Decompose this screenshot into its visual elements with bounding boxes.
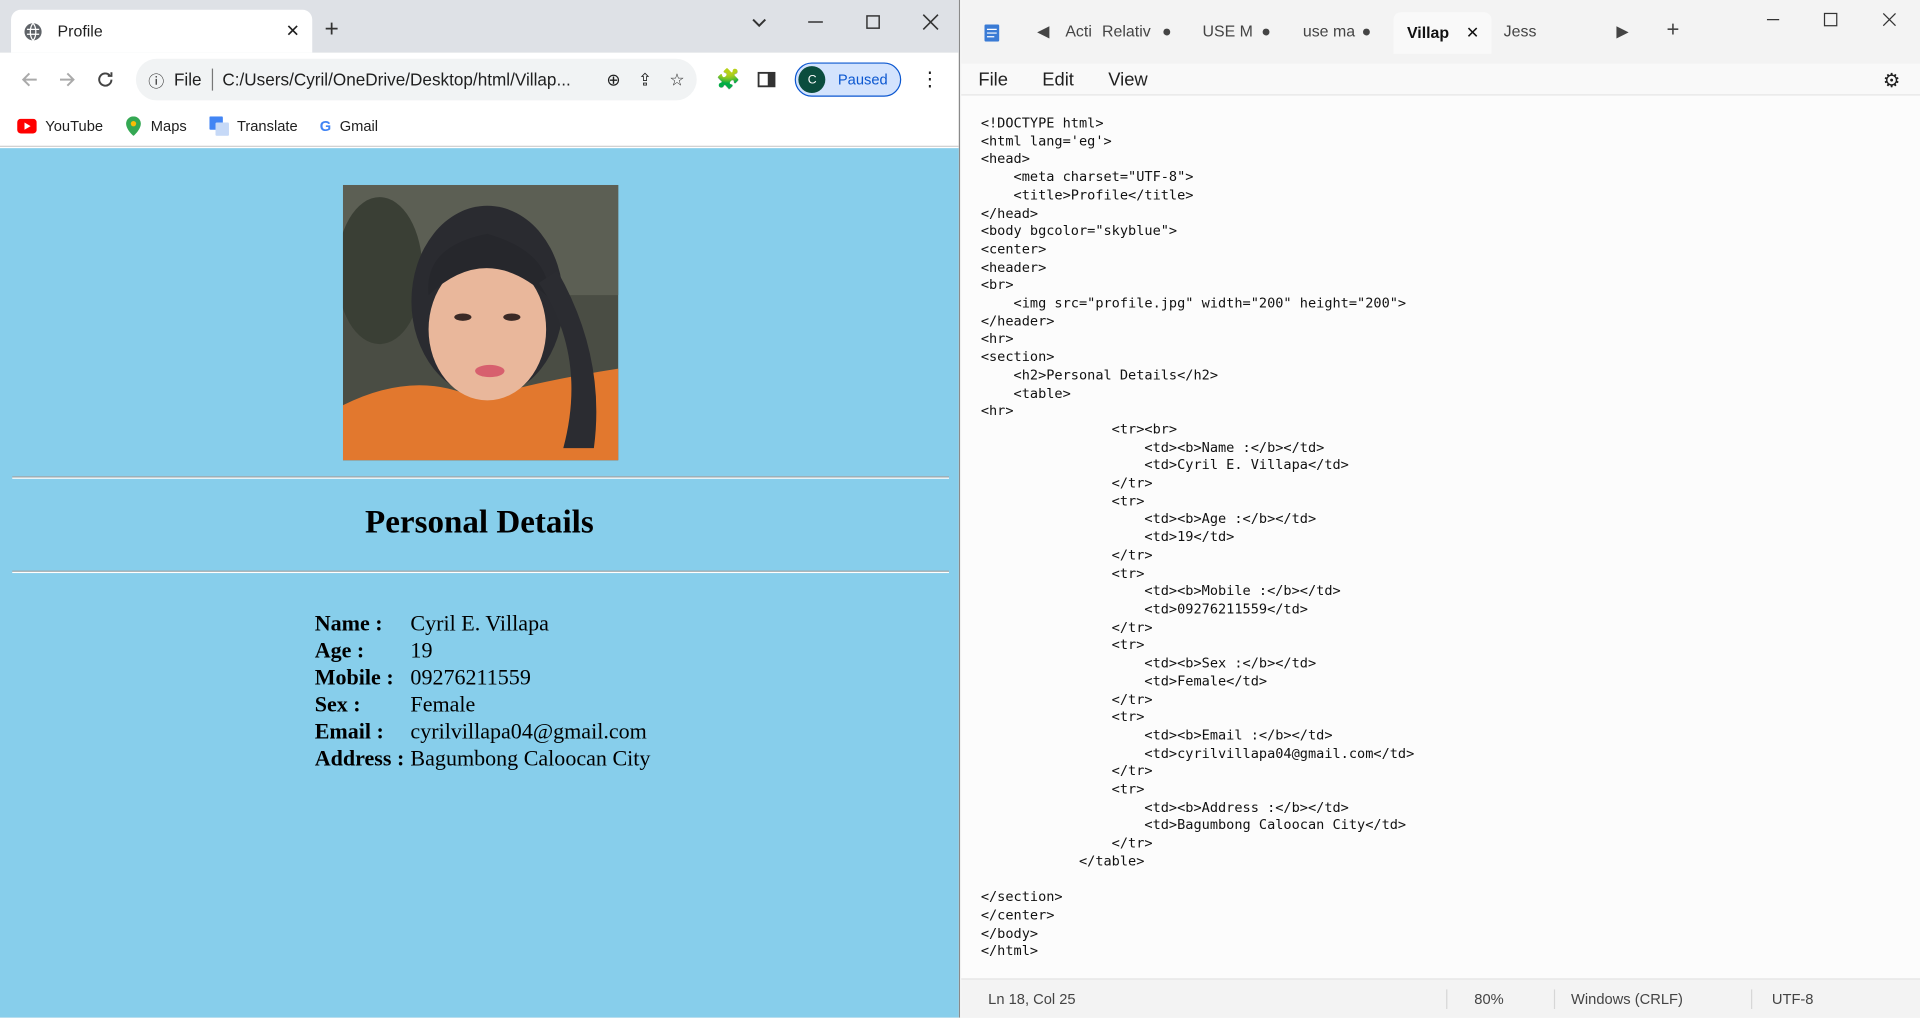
detail-value: 09276211559	[410, 664, 531, 690]
status-bar: Ln 18, Col 25 80% Windows (CRLF) UTF-8	[961, 978, 1920, 1018]
profile-photo	[342, 184, 619, 461]
bookmark-gmail[interactable]: G Gmail	[320, 118, 378, 135]
detail-value: Cyril E. Villapa	[410, 611, 549, 636]
detail-value: cyrilvillapa04@gmail.com	[410, 718, 647, 744]
forward-icon[interactable]	[50, 62, 83, 96]
detail-value: 19	[410, 637, 433, 663]
tab-use-m[interactable]: USE M	[1202, 22, 1252, 40]
tab-villap-active[interactable]: Villap ✕	[1393, 12, 1492, 54]
maximize-icon[interactable]	[858, 7, 887, 36]
maximize-icon[interactable]	[1818, 7, 1842, 31]
scroll-tabs-left-icon[interactable]: ◀	[1037, 22, 1049, 42]
reload-icon[interactable]	[88, 62, 121, 96]
extensions-icon[interactable]: 🧩	[712, 62, 745, 96]
page-heading: Personal Details	[365, 503, 594, 541]
back-icon[interactable]	[12, 62, 45, 96]
scroll-tabs-right-icon[interactable]: ▶	[1616, 22, 1628, 42]
table-row: Email : cyrilvillapa04@gmail.com	[313, 718, 651, 744]
new-tab-button[interactable]: +	[1667, 17, 1680, 43]
tab-use-ma[interactable]: use ma	[1303, 22, 1355, 40]
detail-label: Email :	[314, 718, 384, 744]
table-row: Sex : Female	[313, 691, 651, 717]
detail-label: Mobile :	[314, 664, 394, 690]
bookmark-youtube[interactable]: YouTube	[17, 118, 103, 135]
code-editor[interactable]: <!DOCTYPE html> <html lang='eg'> <head> …	[961, 94, 1920, 981]
close-icon[interactable]	[916, 7, 945, 36]
side-panel-icon[interactable]	[750, 62, 783, 96]
table-row: Name : Cyril E. Villapa	[313, 612, 651, 635]
bookmark-star-icon[interactable]: ☆	[669, 69, 684, 90]
settings-gear-icon[interactable]: ⚙	[1883, 68, 1901, 92]
tab-title: Profile	[57, 22, 103, 41]
detail-label: Address :	[314, 745, 405, 771]
profile-status: Paused	[837, 71, 888, 89]
new-tab-button[interactable]: +	[324, 17, 338, 41]
bookmark-translate[interactable]: Translate	[208, 116, 298, 136]
browser-tab-strip: Profile ✕ +	[0, 0, 959, 53]
minimize-icon[interactable]	[801, 7, 830, 36]
notepad-menu-bar: File Edit View ⚙	[961, 64, 1920, 97]
unsaved-dot-icon: ●	[1162, 22, 1172, 41]
gmail-icon: G	[319, 117, 332, 135]
detail-label: Age :	[314, 637, 365, 663]
encoding[interactable]: UTF-8	[1772, 991, 1814, 1008]
notepad-tab-strip: ◀ Acti Relativ ● USE M ● use ma ● Villap…	[961, 0, 1920, 64]
unsaved-dot-icon: ●	[1261, 22, 1271, 41]
zoom-level[interactable]: 80%	[1474, 991, 1503, 1008]
address-bar[interactable]: ⓘ File C:/Users/Cyril/OneDrive/Desktop/h…	[135, 58, 697, 101]
menu-file[interactable]: File	[978, 70, 1008, 91]
page-viewport: Personal Details Name : Cyril E. Villapa A…	[0, 148, 959, 1018]
address-text[interactable]: C:/Users/Cyril/OneDrive/Desktop/html/Vil…	[222, 70, 594, 90]
table-row: Mobile : 09276211559	[313, 666, 651, 689]
browser-window: Profile ✕ + ⓘ File C:/Users/Cyril/OneDri…	[0, 0, 961, 1018]
profile-paused-button[interactable]: C Paused	[794, 62, 902, 97]
info-icon[interactable]: ⓘ	[148, 68, 164, 91]
translate-icon	[208, 116, 229, 136]
tab-acti[interactable]: Acti	[1065, 22, 1092, 40]
zoom-icon[interactable]: ⊕	[606, 69, 620, 90]
detail-value: Female	[410, 691, 476, 717]
cursor-position: Ln 18, Col 25	[988, 990, 1076, 1008]
table-row: Age : 19	[313, 639, 651, 662]
detail-label: Sex :	[314, 691, 361, 717]
notepad-window: ◀ Acti Relativ ● USE M ● use ma ● Villap…	[961, 0, 1920, 1018]
menu-view[interactable]: View	[1108, 70, 1147, 91]
tab-relativ[interactable]: Relativ	[1102, 22, 1151, 40]
avatar: C	[798, 66, 826, 94]
detail-value: Bagumbong Caloocan City	[410, 745, 651, 771]
minimize-icon[interactable]	[1761, 7, 1785, 31]
tab-search-icon[interactable]	[744, 7, 773, 36]
detail-label: Name :	[314, 611, 383, 636]
line-ending[interactable]: Windows (CRLF)	[1571, 991, 1683, 1008]
notepad-app-icon	[984, 24, 1000, 42]
file-scheme-label: File	[173, 69, 202, 90]
tab-jess[interactable]: Jess	[1504, 22, 1537, 40]
close-icon[interactable]	[1877, 7, 1901, 31]
share-icon[interactable]: ⇪	[638, 69, 652, 90]
bookmarks-bar: YouTube Maps Translate G Gmail	[0, 107, 959, 147]
code-text[interactable]: <!DOCTYPE html> <html lang='eg'> <head> …	[961, 96, 1920, 981]
personal-details-table: Name : Cyril E. Villapa Age : 19 Mobile : 092…	[310, 609, 656, 774]
globe-icon	[24, 22, 42, 41]
menu-kebab-icon[interactable]: ⋮	[913, 62, 946, 96]
divider	[12, 476, 949, 479]
tab-close-icon[interactable]: ✕	[286, 21, 300, 42]
tab-close-icon[interactable]: ✕	[1466, 23, 1479, 43]
youtube-icon	[17, 118, 37, 134]
unsaved-dot-icon: ●	[1361, 22, 1372, 41]
browser-tab-profile[interactable]: Profile ✕	[11, 9, 313, 53]
browser-toolbar: ⓘ File C:/Users/Cyril/OneDrive/Desktop/h…	[0, 53, 959, 107]
table-row: Address : Bagumbong Caloocan City	[313, 745, 651, 771]
bookmark-maps[interactable]: Maps	[125, 116, 187, 136]
menu-edit[interactable]: Edit	[1042, 70, 1074, 91]
maps-icon	[126, 116, 142, 136]
divider	[12, 570, 949, 574]
